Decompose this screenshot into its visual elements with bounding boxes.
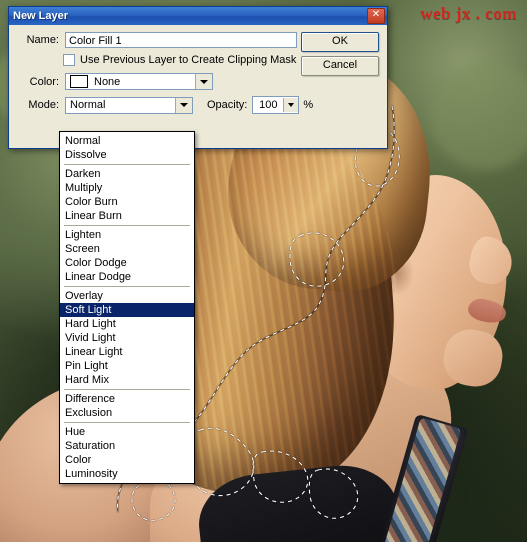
opacity-stepper[interactable]: 100 bbox=[252, 96, 300, 114]
mode-menu-item-lighten[interactable]: Lighten bbox=[60, 228, 194, 242]
new-layer-dialog: New Layer ✕ Name: Color Fill 1 Use Previ… bbox=[8, 6, 388, 149]
layer-name-input[interactable]: Color Fill 1 bbox=[65, 32, 297, 48]
mode-menu-item-multiply[interactable]: Multiply bbox=[60, 181, 194, 195]
clipping-mask-checkbox[interactable] bbox=[63, 54, 75, 66]
mode-menu-item-saturation[interactable]: Saturation bbox=[60, 439, 194, 453]
menu-separator bbox=[64, 286, 190, 287]
color-dropdown-value-wrap: None bbox=[66, 75, 195, 88]
mode-label: Mode: bbox=[28, 99, 59, 111]
menu-separator bbox=[64, 422, 190, 423]
color-label: Color: bbox=[29, 75, 59, 88]
chevron-down-icon[interactable] bbox=[175, 97, 192, 113]
mode-dropdown-menu[interactable]: Normal Dissolve Darken Multiply Color Burn Li… bbox=[59, 131, 195, 484]
mode-menu-item-color-burn[interactable]: Color Burn bbox=[60, 195, 194, 209]
mode-menu-item-color[interactable]: Color bbox=[60, 453, 194, 467]
mode-menu-item-luminosity[interactable]: Luminosity bbox=[60, 467, 194, 481]
menu-separator bbox=[64, 225, 190, 226]
dialog-titlebar[interactable]: New Layer ✕ bbox=[9, 7, 387, 25]
clipping-mask-label: Use Previous Layer to Create Clipping Ma… bbox=[80, 54, 297, 66]
mode-menu-item-hard-mix[interactable]: Hard Mix bbox=[60, 373, 194, 387]
color-swatch-icon bbox=[70, 75, 88, 88]
dialog-body: Name: Color Fill 1 Use Previous Layer to… bbox=[9, 25, 387, 148]
mode-menu-item-vivid-light[interactable]: Vivid Light bbox=[60, 331, 194, 345]
percent-label: % bbox=[303, 99, 314, 111]
ok-button[interactable]: OK bbox=[301, 32, 379, 52]
mode-row: Mode: Normal Opacity: 100 % bbox=[17, 96, 379, 114]
color-dropdown[interactable]: None bbox=[65, 73, 213, 90]
opacity-input[interactable]: 100 bbox=[253, 99, 283, 111]
chevron-down-icon[interactable] bbox=[283, 98, 299, 112]
watermark-text: web jx . com bbox=[420, 4, 517, 23]
mode-menu-item-difference[interactable]: Difference bbox=[60, 392, 194, 406]
mode-menu-item-hue[interactable]: Hue bbox=[60, 425, 194, 439]
mode-menu-item-pin-light[interactable]: Pin Light bbox=[60, 359, 194, 373]
opacity-label: Opacity: bbox=[207, 99, 248, 111]
mode-dropdown[interactable]: Normal bbox=[65, 96, 193, 114]
mode-menu-item-screen[interactable]: Screen bbox=[60, 242, 194, 256]
opacity-group: Opacity: 100 % bbox=[207, 96, 313, 114]
mode-menu-item-hard-light[interactable]: Hard Light bbox=[60, 317, 194, 331]
mode-menu-item-linear-burn[interactable]: Linear Burn bbox=[60, 209, 194, 223]
mode-menu-item-soft-light[interactable]: Soft Light bbox=[60, 303, 194, 317]
mode-menu-item-normal[interactable]: Normal bbox=[60, 134, 194, 148]
mode-menu-item-color-dodge[interactable]: Color Dodge bbox=[60, 256, 194, 270]
cancel-button[interactable]: Cancel bbox=[301, 56, 379, 76]
close-icon[interactable]: ✕ bbox=[367, 8, 385, 24]
menu-separator bbox=[64, 164, 190, 165]
mode-menu-item-dissolve[interactable]: Dissolve bbox=[60, 148, 194, 162]
mode-menu-item-overlay[interactable]: Overlay bbox=[60, 289, 194, 303]
mode-menu-item-linear-dodge[interactable]: Linear Dodge bbox=[60, 270, 194, 284]
mode-menu-item-exclusion[interactable]: Exclusion bbox=[60, 406, 194, 420]
mode-menu-item-darken[interactable]: Darken bbox=[60, 167, 194, 181]
dialog-title: New Layer bbox=[13, 10, 69, 22]
name-label: Name: bbox=[26, 34, 59, 46]
chevron-down-icon[interactable] bbox=[195, 74, 212, 89]
mode-dropdown-value: Normal bbox=[70, 99, 106, 111]
color-dropdown-value: None bbox=[94, 75, 121, 88]
mode-menu-item-linear-light[interactable]: Linear Light bbox=[60, 345, 194, 359]
menu-separator bbox=[64, 389, 190, 390]
